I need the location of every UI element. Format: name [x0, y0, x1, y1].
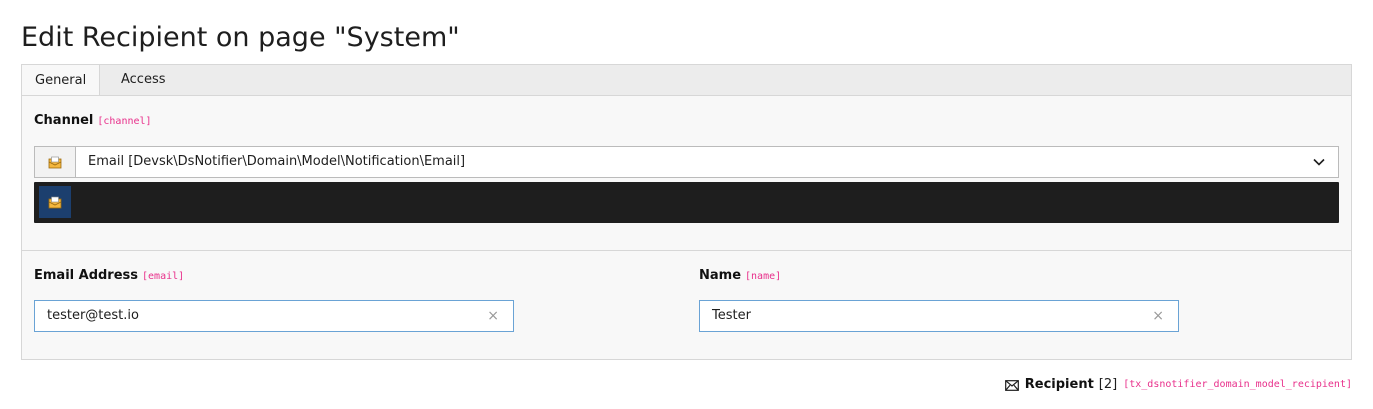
form-panel: Channel [channel] Email [Devsk\DsNotifier…	[21, 95, 1352, 360]
name-label-text: Name	[699, 268, 742, 283]
channel-label-text: Channel	[34, 113, 94, 128]
record-uid: [2]	[1098, 377, 1118, 392]
email-field[interactable]: tester@test.io ×	[34, 300, 514, 332]
section-divider	[22, 250, 1351, 251]
page-title: Edit Recipient on page "System"	[21, 22, 460, 53]
email-key: [email]	[142, 271, 185, 282]
record-info: Recipient [2] [tx_dsnotifier_domain_mode…	[1004, 376, 1352, 394]
tab-bar: General Access	[21, 64, 1352, 97]
channel-label: Channel [channel]	[34, 113, 152, 130]
tab-access[interactable]: Access	[108, 64, 179, 97]
name-key: [name]	[745, 271, 782, 282]
name-field-value: Tester	[712, 308, 751, 323]
channel-key: [channel]	[97, 116, 152, 127]
name-label: Name [name]	[699, 268, 781, 285]
channel-select-value: Email [Devsk\DsNotifier\Domain\Model\Not…	[88, 154, 466, 169]
email-label-text: Email Address	[34, 268, 139, 283]
record-table-name: [tx_dsnotifier_domain_model_recipient]	[1123, 379, 1352, 390]
clear-icon[interactable]: ×	[1152, 301, 1164, 331]
channel-select[interactable]: Email [Devsk\DsNotifier\Domain\Model\Not…	[34, 146, 1339, 178]
name-field[interactable]: Tester ×	[699, 300, 1179, 332]
tab-general[interactable]: General	[21, 64, 101, 97]
record-title: Recipient	[1024, 377, 1094, 392]
envelope-open-icon[interactable]	[39, 186, 71, 218]
email-field-value: tester@test.io	[47, 308, 139, 323]
envelope-icon	[1004, 379, 1019, 391]
email-label: Email Address [email]	[34, 268, 184, 285]
channel-icon-strip	[34, 182, 1339, 223]
envelope-open-icon	[35, 147, 76, 177]
clear-icon[interactable]: ×	[487, 301, 499, 331]
chevron-down-icon	[1313, 158, 1325, 166]
